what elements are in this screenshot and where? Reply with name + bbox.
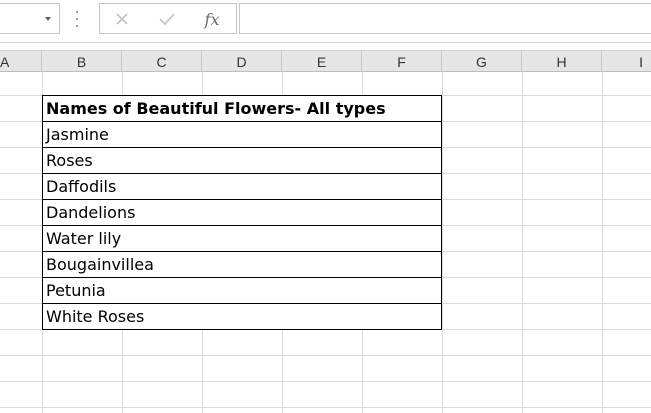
chevron-down-icon[interactable] [45,17,51,21]
gridline [522,72,523,413]
table-cell[interactable]: Jasmine [42,121,442,148]
column-header-row: A B C D E F G H I [0,50,651,72]
column-label: D [236,53,247,70]
column-label: I [639,53,643,70]
column-label: B [76,53,87,70]
insert-function-button[interactable]: fx [200,7,224,31]
table-cell[interactable]: Daffodils [42,173,442,200]
column-label: F [397,53,406,70]
gridline [0,407,651,408]
column-header-c[interactable]: C [122,51,202,72]
cancel-button[interactable] [110,7,134,31]
x-icon [116,13,128,25]
gridline [602,72,603,413]
column-label: E [316,53,327,70]
column-label: C [156,53,167,70]
fx-icon: fx [204,9,220,29]
formula-buttons: fx [99,3,237,34]
table-cell[interactable]: Bougainvillea [42,251,442,278]
column-header-f[interactable]: F [362,51,442,72]
column-header-e[interactable]: E [282,51,362,72]
table-cell[interactable]: Petunia [42,277,442,304]
column-header-h[interactable]: H [522,51,602,72]
column-header-g[interactable]: G [442,51,522,72]
gridline [0,355,651,356]
table-cell[interactable]: Water lily [42,225,442,252]
column-label: H [556,53,567,70]
formula-bar: fx [0,0,651,43]
column-header-a[interactable]: A [0,51,42,72]
column-label: G [476,53,487,70]
column-header-i[interactable]: I [602,51,651,72]
table-header-cell[interactable]: Names of Beautiful Flowers- All types [42,95,442,122]
table-cell[interactable]: White Roses [42,303,442,330]
name-box[interactable] [0,3,60,34]
column-label: A [0,53,10,70]
cell-grid[interactable]: Names of Beautiful Flowers- All types Ja… [0,72,651,413]
enter-button[interactable] [155,7,179,31]
column-header-b[interactable]: B [42,51,122,72]
table-cell[interactable]: Roses [42,147,442,174]
checkmark-icon [159,13,175,26]
column-header-d[interactable]: D [202,51,282,72]
formula-input[interactable] [239,3,651,34]
gridline [442,72,443,413]
table-cell[interactable]: Dandelions [42,199,442,226]
grip-handle-icon[interactable] [75,11,79,27]
gridline [0,381,651,382]
